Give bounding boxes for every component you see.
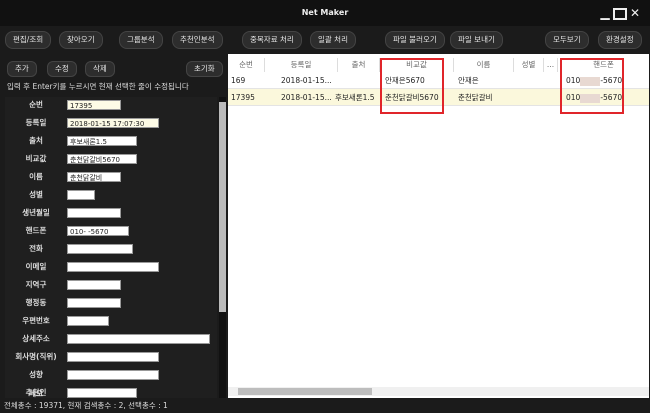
mobile-highlight-box xyxy=(560,58,624,114)
label-email: 이메일 xyxy=(25,262,47,271)
cell-seq: 169 xyxy=(231,76,246,85)
find-button[interactable]: 찾아오기 xyxy=(59,31,103,49)
label-dong: 행정동 xyxy=(25,298,47,307)
label-tendency: 성향 xyxy=(29,370,43,379)
gender-field[interactable] xyxy=(67,190,95,200)
tendency-field[interactable] xyxy=(67,370,159,380)
title-bar: Net Maker ▁ ✕ xyxy=(0,0,650,26)
duplicate-handling-button[interactable]: 중복자료 처리 xyxy=(242,31,302,49)
record-editor-pane: 추가 수정 삭제 초기화 입력 후 Enter키를 누르시면 현재 선택한 줄이… xyxy=(3,54,226,398)
settings-button[interactable]: 환경설정 xyxy=(598,31,642,49)
header-gender[interactable]: 성별 xyxy=(514,58,544,72)
grid-scroll-thumb[interactable] xyxy=(238,388,372,395)
cell-gender xyxy=(514,72,544,89)
add-button[interactable]: 추가 xyxy=(7,61,37,77)
zipcode-field[interactable] xyxy=(67,316,109,326)
show-all-button[interactable]: 모두보기 xyxy=(545,31,589,49)
window-title: Net Maker xyxy=(301,8,349,17)
header-name[interactable]: 이름 xyxy=(454,58,514,72)
minimize-icon[interactable]: ▁ xyxy=(598,7,612,20)
group-analysis-button[interactable]: 그룹분석 xyxy=(119,31,163,49)
label-compare: 비교값 xyxy=(25,154,47,163)
label-memo: 메모 xyxy=(29,389,43,398)
date-field[interactable]: 2018-01-15 17:07:30 xyxy=(67,118,159,128)
cell-more xyxy=(544,89,558,106)
source-field[interactable]: 후보새론1.5 xyxy=(67,136,137,146)
edit-view-button[interactable]: 편집/조회 xyxy=(5,31,52,49)
label-company: 회사명(직위) xyxy=(15,352,57,361)
mobile-field[interactable]: 010- -5670 xyxy=(67,226,129,236)
compare-field[interactable]: 춘천닭갈비5670 xyxy=(67,154,137,164)
header-source[interactable]: 출처 xyxy=(338,58,380,72)
label-district: 지역구 xyxy=(25,280,47,289)
district-field[interactable] xyxy=(67,280,121,290)
modify-button[interactable]: 수정 xyxy=(47,61,77,77)
cell-source: 후보새론1.5 xyxy=(335,93,375,102)
name-field[interactable]: 춘천닭갈비 xyxy=(67,172,121,182)
address-field[interactable] xyxy=(67,334,210,344)
cell-date: 2018-01-15... xyxy=(281,93,332,102)
label-phone: 전화 xyxy=(29,244,43,253)
reset-button[interactable]: 초기화 xyxy=(186,61,223,77)
company-field[interactable] xyxy=(67,352,159,362)
form-scroll-thumb[interactable] xyxy=(219,102,226,312)
referrer-field[interactable] xyxy=(67,388,137,398)
cell-name: 춘천닭갈비 xyxy=(458,93,493,102)
dong-field[interactable] xyxy=(67,298,121,308)
close-icon[interactable]: ✕ xyxy=(628,7,642,20)
status-bar: 전체총수 : 19371, 현재 검색총수 : 2, 선택총수 : 1 xyxy=(0,399,650,413)
cell-more xyxy=(544,72,558,89)
seq-field[interactable]: 17395 xyxy=(67,100,121,110)
birthdate-field[interactable] xyxy=(67,208,121,218)
label-birthdate: 생년월일 xyxy=(22,208,50,217)
email-field[interactable] xyxy=(67,262,159,272)
referrer-analysis-button[interactable]: 추천인분석 xyxy=(172,31,223,49)
main-toolbar: 편집/조회 찾아오기 그룹분석 추천인분석 중복자료 처리 일괄 처리 파일 불… xyxy=(0,26,650,54)
import-file-button[interactable]: 파일 불러오기 xyxy=(385,31,445,49)
label-gender: 성별 xyxy=(29,190,43,199)
export-file-button[interactable]: 파일 보내기 xyxy=(450,31,503,49)
phone-field[interactable] xyxy=(67,244,133,254)
label-source: 출처 xyxy=(29,136,43,145)
cell-source xyxy=(338,72,380,89)
cell-seq: 17395 xyxy=(231,93,255,102)
label-mobile: 핸드폰 xyxy=(25,226,47,235)
maximize-icon[interactable] xyxy=(613,7,627,20)
cell-date: 2018-01-15... xyxy=(281,76,332,85)
batch-process-button[interactable]: 일괄 처리 xyxy=(310,31,356,49)
header-more[interactable]: ... xyxy=(544,58,558,72)
header-seq[interactable]: 순번 xyxy=(228,58,265,72)
record-form: 순번 17395 등록일 2018-01-15 17:07:30 출처 후보새론… xyxy=(5,97,217,398)
label-zipcode: 우편번호 xyxy=(22,316,50,325)
label-date: 등록일 xyxy=(25,118,47,127)
edit-hint-text: 입력 후 Enter키를 누르시면 현재 선택한 줄이 수정됩니다 xyxy=(7,82,189,91)
data-grid: 순번 등록일 출처 비교값 이름 성별 ... 핸드폰 169 2018-01-… xyxy=(228,54,649,398)
delete-button[interactable]: 삭제 xyxy=(85,61,115,77)
cell-gender xyxy=(514,89,544,106)
label-address: 상세주소 xyxy=(22,334,50,343)
cell-name: 안재은 xyxy=(458,76,479,85)
header-date[interactable]: 등록일 xyxy=(265,58,338,72)
label-name: 이름 xyxy=(29,172,43,181)
compare-highlight-box xyxy=(380,58,444,114)
label-seq: 순번 xyxy=(29,100,43,109)
